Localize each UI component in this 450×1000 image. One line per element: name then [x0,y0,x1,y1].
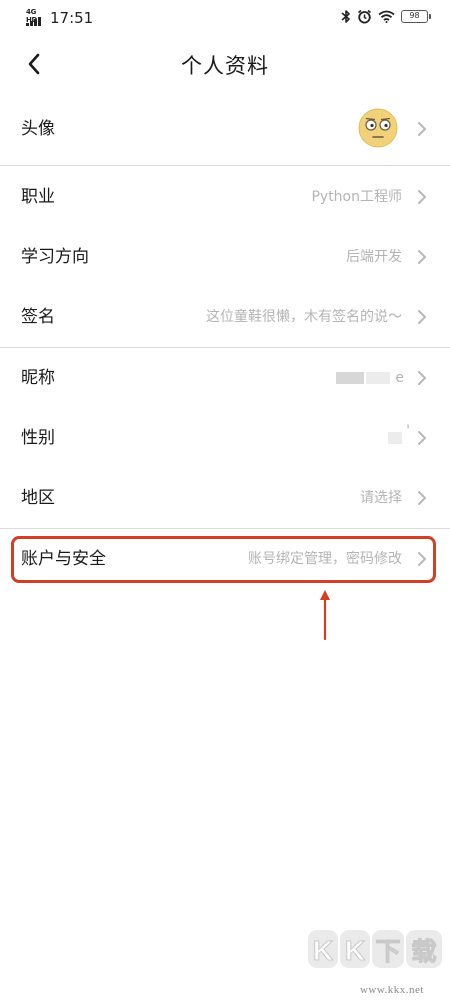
gender-value: ' [406,423,410,439]
alarm-icon [358,9,371,24]
row-label: 地区 [21,488,55,508]
chevron-right-icon [418,431,426,445]
watermark-url: www.kkx.net [359,984,424,996]
occupation-row[interactable]: 职业 Python工程师 [0,167,450,227]
annotation-arrow-icon [320,590,330,640]
battery-icon: 98 [401,10,431,23]
cellular-signal-icon: 4G HD [26,8,48,28]
highlight-box [11,536,436,583]
wifi-icon [378,10,395,23]
nickname-value: e [395,370,404,386]
status-time: 17:51 [50,9,94,27]
chevron-right-icon [418,190,426,204]
row-label: 职业 [21,187,55,207]
status-left: 4G HD 17:51 [26,8,93,28]
svg-text:K: K [345,935,365,966]
svg-text:载: 载 [411,937,436,966]
study-direction-row[interactable]: 学习方向 后端开发 [0,227,450,287]
chevron-right-icon [418,371,426,385]
row-label: 性别 [21,428,55,448]
signature-value: 这位童鞋很懒，木有签名的说～ [206,309,402,325]
blurred-gender [388,432,402,444]
signature-row[interactable]: 签名 这位童鞋很懒，木有签名的说～ [0,287,450,347]
status-right: 98 [341,9,431,24]
row-label: 签名 [21,307,55,327]
status-bar: 4G HD 17:51 98 [0,0,450,36]
gender-row[interactable]: 性别 ' [0,408,450,468]
chevron-right-icon [418,491,426,505]
avatar-row[interactable]: 头像 [0,92,450,166]
blurred-nickname-tail [366,372,390,384]
chevron-right-icon [418,250,426,264]
row-label: 学习方向 [21,247,89,267]
study-direction-value: 后端开发 [346,249,402,265]
chevron-right-icon [418,310,426,324]
page-title: 个人资料 [181,54,269,78]
nav-bar: 个人资料 [0,36,450,92]
chevron-right-icon [418,122,426,136]
bluetooth-icon [341,10,350,23]
kk-logo-icon: K K 下 载 [308,930,442,968]
occupation-value: Python工程师 [311,189,402,205]
divider [0,165,450,166]
region-row[interactable]: 地区 请选择 [0,468,450,528]
nickname-row[interactable]: 昵称 e [0,348,450,408]
row-label: 昵称 [21,368,55,388]
avatar[interactable] [358,108,398,148]
watermark-logo: K K 下 载 [306,924,446,980]
svg-text:K: K [313,935,333,966]
svg-text:下: 下 [375,937,400,966]
blurred-nickname [336,372,364,384]
region-value: 请选择 [360,490,402,506]
row-label: 头像 [21,119,55,139]
